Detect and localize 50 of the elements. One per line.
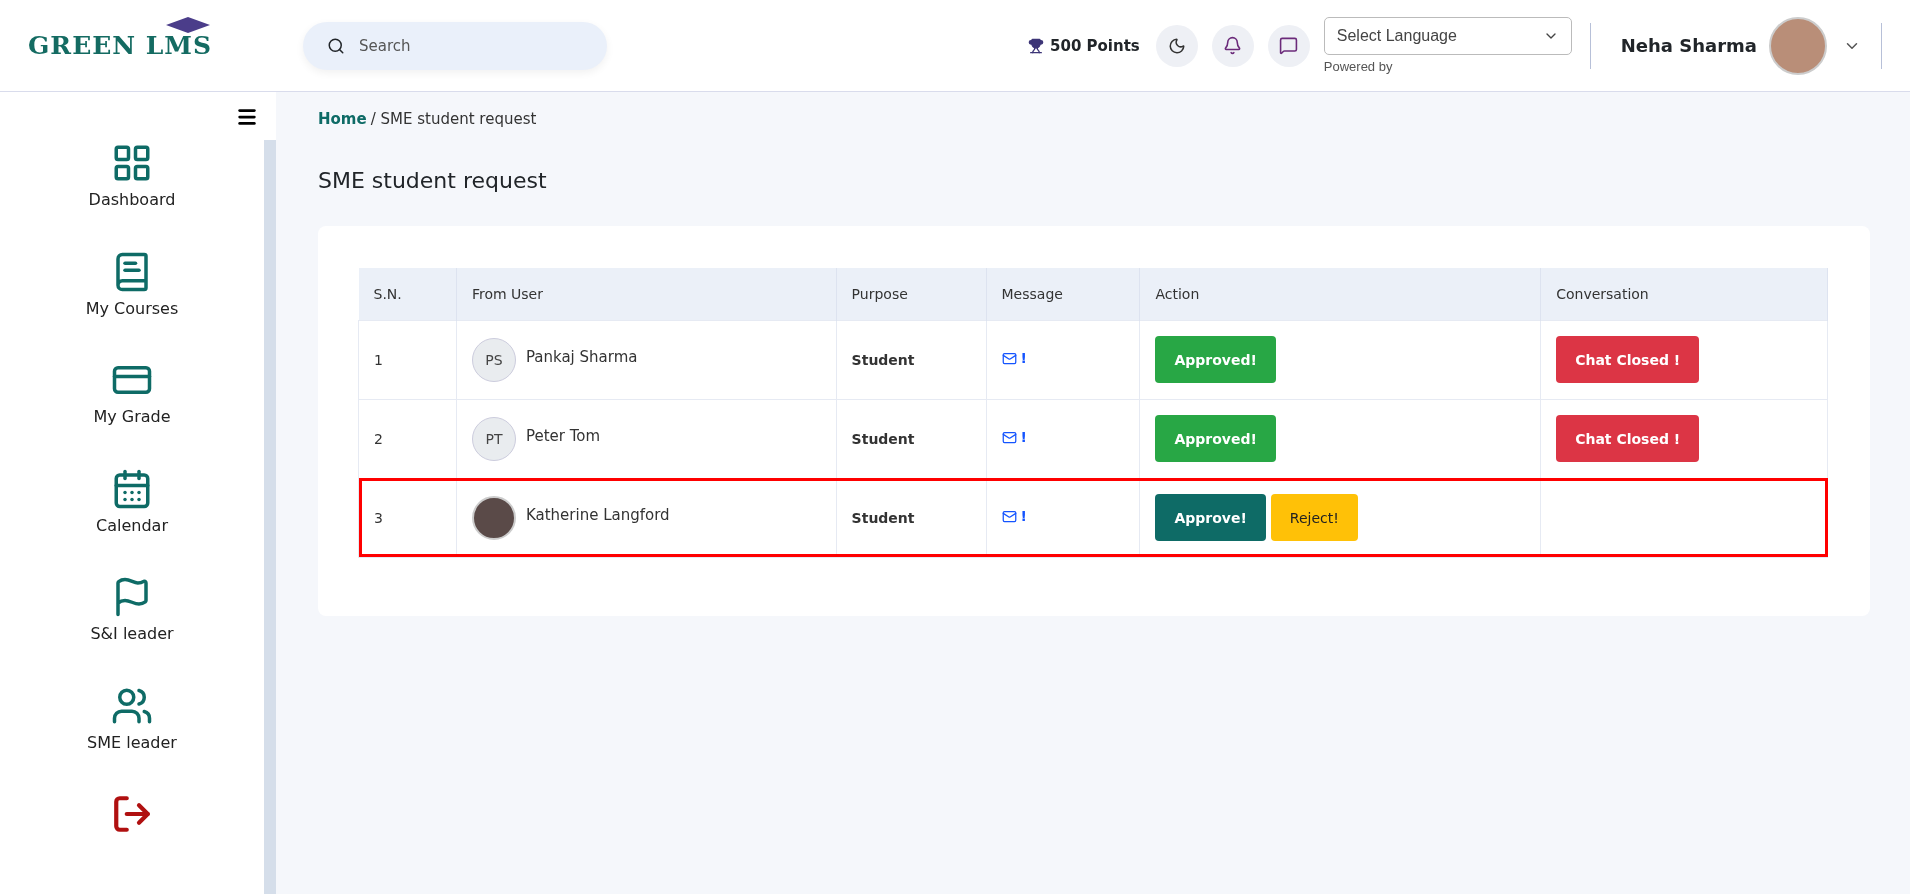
- approve-button[interactable]: Approve!: [1155, 494, 1266, 541]
- sidebar-item[interactable]: My Courses: [0, 242, 264, 352]
- table-cell: 2: [358, 399, 457, 478]
- message-link[interactable]: !: [1001, 508, 1027, 525]
- user-name: Peter Tom: [525, 426, 601, 445]
- points-text: 500 Points: [1050, 36, 1140, 55]
- column-header: Conversation: [1540, 268, 1828, 320]
- column-header: Message: [986, 268, 1140, 320]
- column-header: From User: [456, 268, 837, 320]
- mail-icon: [1001, 350, 1017, 366]
- mail-icon: [1001, 508, 1017, 524]
- search-icon: [327, 36, 345, 55]
- language-select[interactable]: Select Language: [1323, 17, 1572, 55]
- chat-icon: [1279, 36, 1299, 55]
- table-cell: 1: [358, 320, 457, 399]
- logo-text: GREEN LMS: [28, 31, 213, 60]
- sidebar-item[interactable]: S&I leader: [0, 568, 264, 677]
- home-link[interactable]: Home: [318, 110, 367, 128]
- sidebar-item[interactable]: SME leader: [0, 676, 264, 786]
- menu-icon: [236, 106, 258, 128]
- initials-avatar: PT: [471, 416, 516, 461]
- sidebar-item[interactable]: Calendar: [0, 459, 264, 569]
- chat-closed-button[interactable]: Chat Closed !: [1556, 336, 1700, 383]
- purpose-text: Student: [851, 351, 915, 368]
- calendar-icon: [111, 467, 153, 510]
- scrollbar[interactable]: [264, 140, 276, 894]
- mail-icon: [1001, 429, 1017, 445]
- purpose-text: Student: [851, 430, 915, 447]
- user-name: Neha Sharma: [1620, 35, 1757, 56]
- user-name: Katherine Langford: [525, 505, 670, 524]
- column-header: Purpose: [836, 268, 986, 320]
- bell-icon: [1223, 36, 1243, 55]
- message-link[interactable]: !: [1001, 429, 1027, 446]
- powered-by-text: Powered by: [1323, 59, 1394, 74]
- initials-avatar: PS: [471, 337, 516, 382]
- trophy-icon: [1028, 37, 1044, 54]
- table-cell: 3: [358, 478, 457, 557]
- purpose-text: Student: [851, 509, 915, 526]
- chat-closed-button[interactable]: Chat Closed !: [1556, 415, 1700, 462]
- column-header: S.N.: [358, 268, 457, 320]
- message-link[interactable]: !: [1001, 350, 1027, 367]
- sidebar-item[interactable]: My Grade: [0, 351, 264, 460]
- reject-button[interactable]: Reject!: [1270, 494, 1358, 541]
- column-header: Action: [1139, 268, 1541, 320]
- user-name: Pankaj Sharma: [525, 347, 638, 366]
- sidebar-item[interactable]: Dashboard: [0, 134, 264, 243]
- breadcrumb-current: / SME student request: [370, 110, 537, 128]
- page-title: SME student request: [318, 168, 548, 193]
- moon-icon: [1167, 36, 1186, 55]
- search-field[interactable]: Search: [303, 21, 607, 70]
